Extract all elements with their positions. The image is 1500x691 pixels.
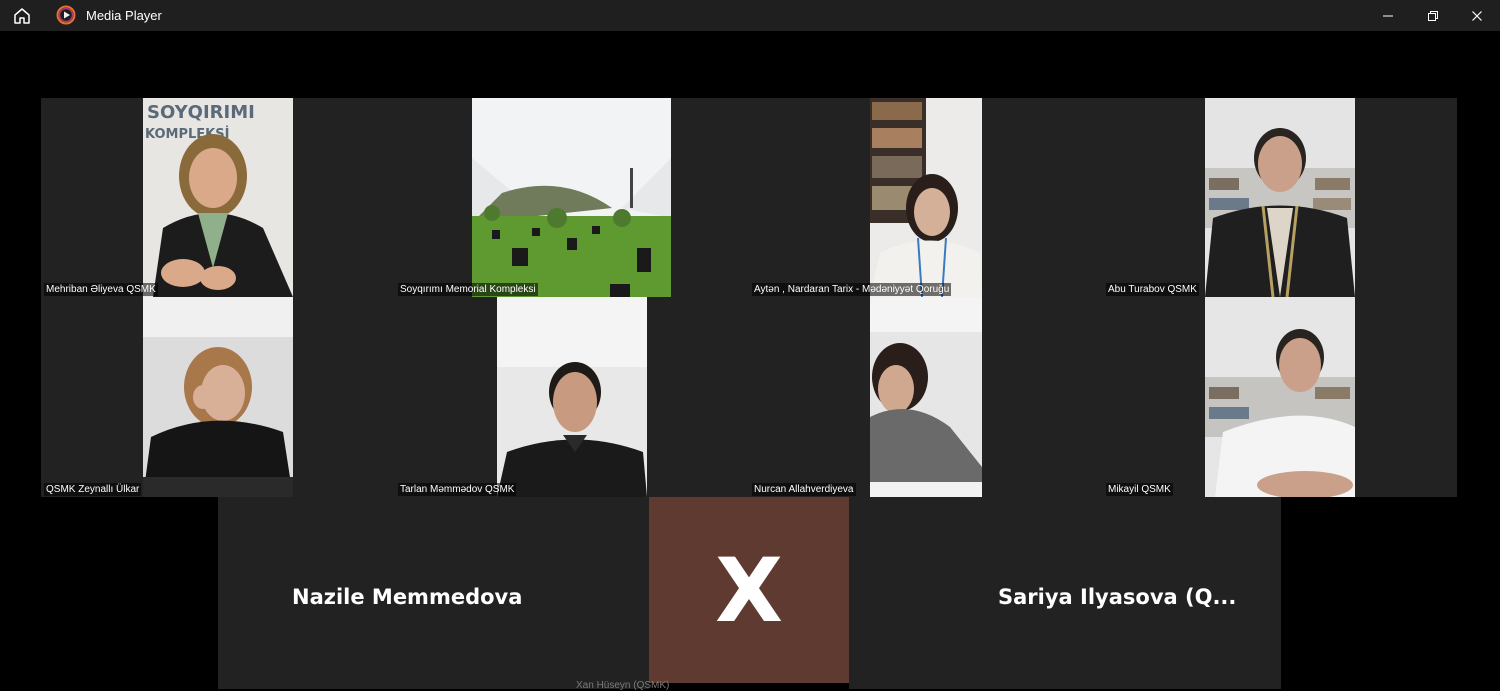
home-icon[interactable] — [11, 5, 33, 27]
participant-video — [497, 297, 647, 497]
participant-avatar[interactable]: X — [649, 497, 849, 683]
title-bar: Media Player — [0, 0, 1500, 31]
participant-name: Abu Turabov QSMK — [1106, 283, 1199, 296]
participant-video — [143, 297, 293, 497]
window-title: Media Player — [86, 8, 162, 23]
participant-video — [870, 297, 982, 497]
participant-name: Soyqırımı Memorial Kompleksi — [398, 283, 538, 296]
participant-tile[interactable]: Nurcan Allahverdiyeva — [749, 297, 1103, 497]
participant-name: Tarlan Məmmədov QSMK — [398, 483, 517, 496]
banner-text: SOYQIRIMI — [147, 102, 255, 123]
participant-video — [472, 98, 671, 297]
maximize-icon — [1428, 10, 1438, 21]
participant-name: Mikayil QSMK — [1106, 483, 1173, 496]
minimize-button[interactable] — [1365, 0, 1411, 31]
participant-video — [1205, 297, 1355, 497]
participant-tile[interactable]: Aytən , Nardaran Tarix - Mədəniyyət Qoru… — [749, 98, 1103, 297]
participant-tile[interactable]: Soyqırımı Memorial Kompleksi — [395, 98, 749, 297]
media-player-icon — [56, 5, 76, 25]
participant-name: Aytən , Nardaran Tarix - Mədəniyyət Qoru… — [752, 283, 952, 296]
participant-tile-no-video[interactable]: Sariya Ilyasova (Q... — [849, 497, 1281, 689]
participant-name: Mehriban Əliyeva QSMK — [44, 283, 158, 296]
minimize-icon — [1383, 15, 1393, 16]
participant-video — [870, 98, 982, 297]
participant-name: Nurcan Allahverdiyeva — [752, 483, 856, 496]
participant-name: QSMK Zeynallı Ülkar — [44, 483, 142, 496]
close-button[interactable] — [1454, 0, 1500, 31]
participant-tile[interactable]: SOYQIRIMI KOMPLEKSİ Mehriban Əliyeva QSM… — [41, 98, 395, 297]
participant-tile[interactable]: Abu Turabov QSMK — [1103, 98, 1457, 297]
participant-name: Xan Hüseyn (QSMK) — [576, 680, 670, 691]
participant-name-large: Sariya Ilyasova (Q... — [998, 585, 1237, 609]
participant-tile[interactable]: Tarlan Məmmədov QSMK — [395, 297, 749, 497]
close-icon — [1472, 10, 1482, 21]
participant-tile[interactable]: Mikayil QSMK — [1103, 297, 1457, 497]
participant-tile-no-video[interactable]: Nazile Memmedova — [218, 497, 649, 689]
maximize-button[interactable] — [1410, 0, 1456, 31]
participant-video: SOYQIRIMI KOMPLEKSİ — [143, 98, 293, 297]
participant-video — [1205, 98, 1355, 297]
video-stage: SOYQIRIMI KOMPLEKSİ Mehriban Əliyeva QSM… — [0, 31, 1500, 691]
participant-tile[interactable]: QSMK Zeynallı Ülkar — [41, 297, 395, 497]
avatar-initial: X — [715, 538, 783, 642]
participant-name-large: Nazile Memmedova — [292, 585, 523, 609]
